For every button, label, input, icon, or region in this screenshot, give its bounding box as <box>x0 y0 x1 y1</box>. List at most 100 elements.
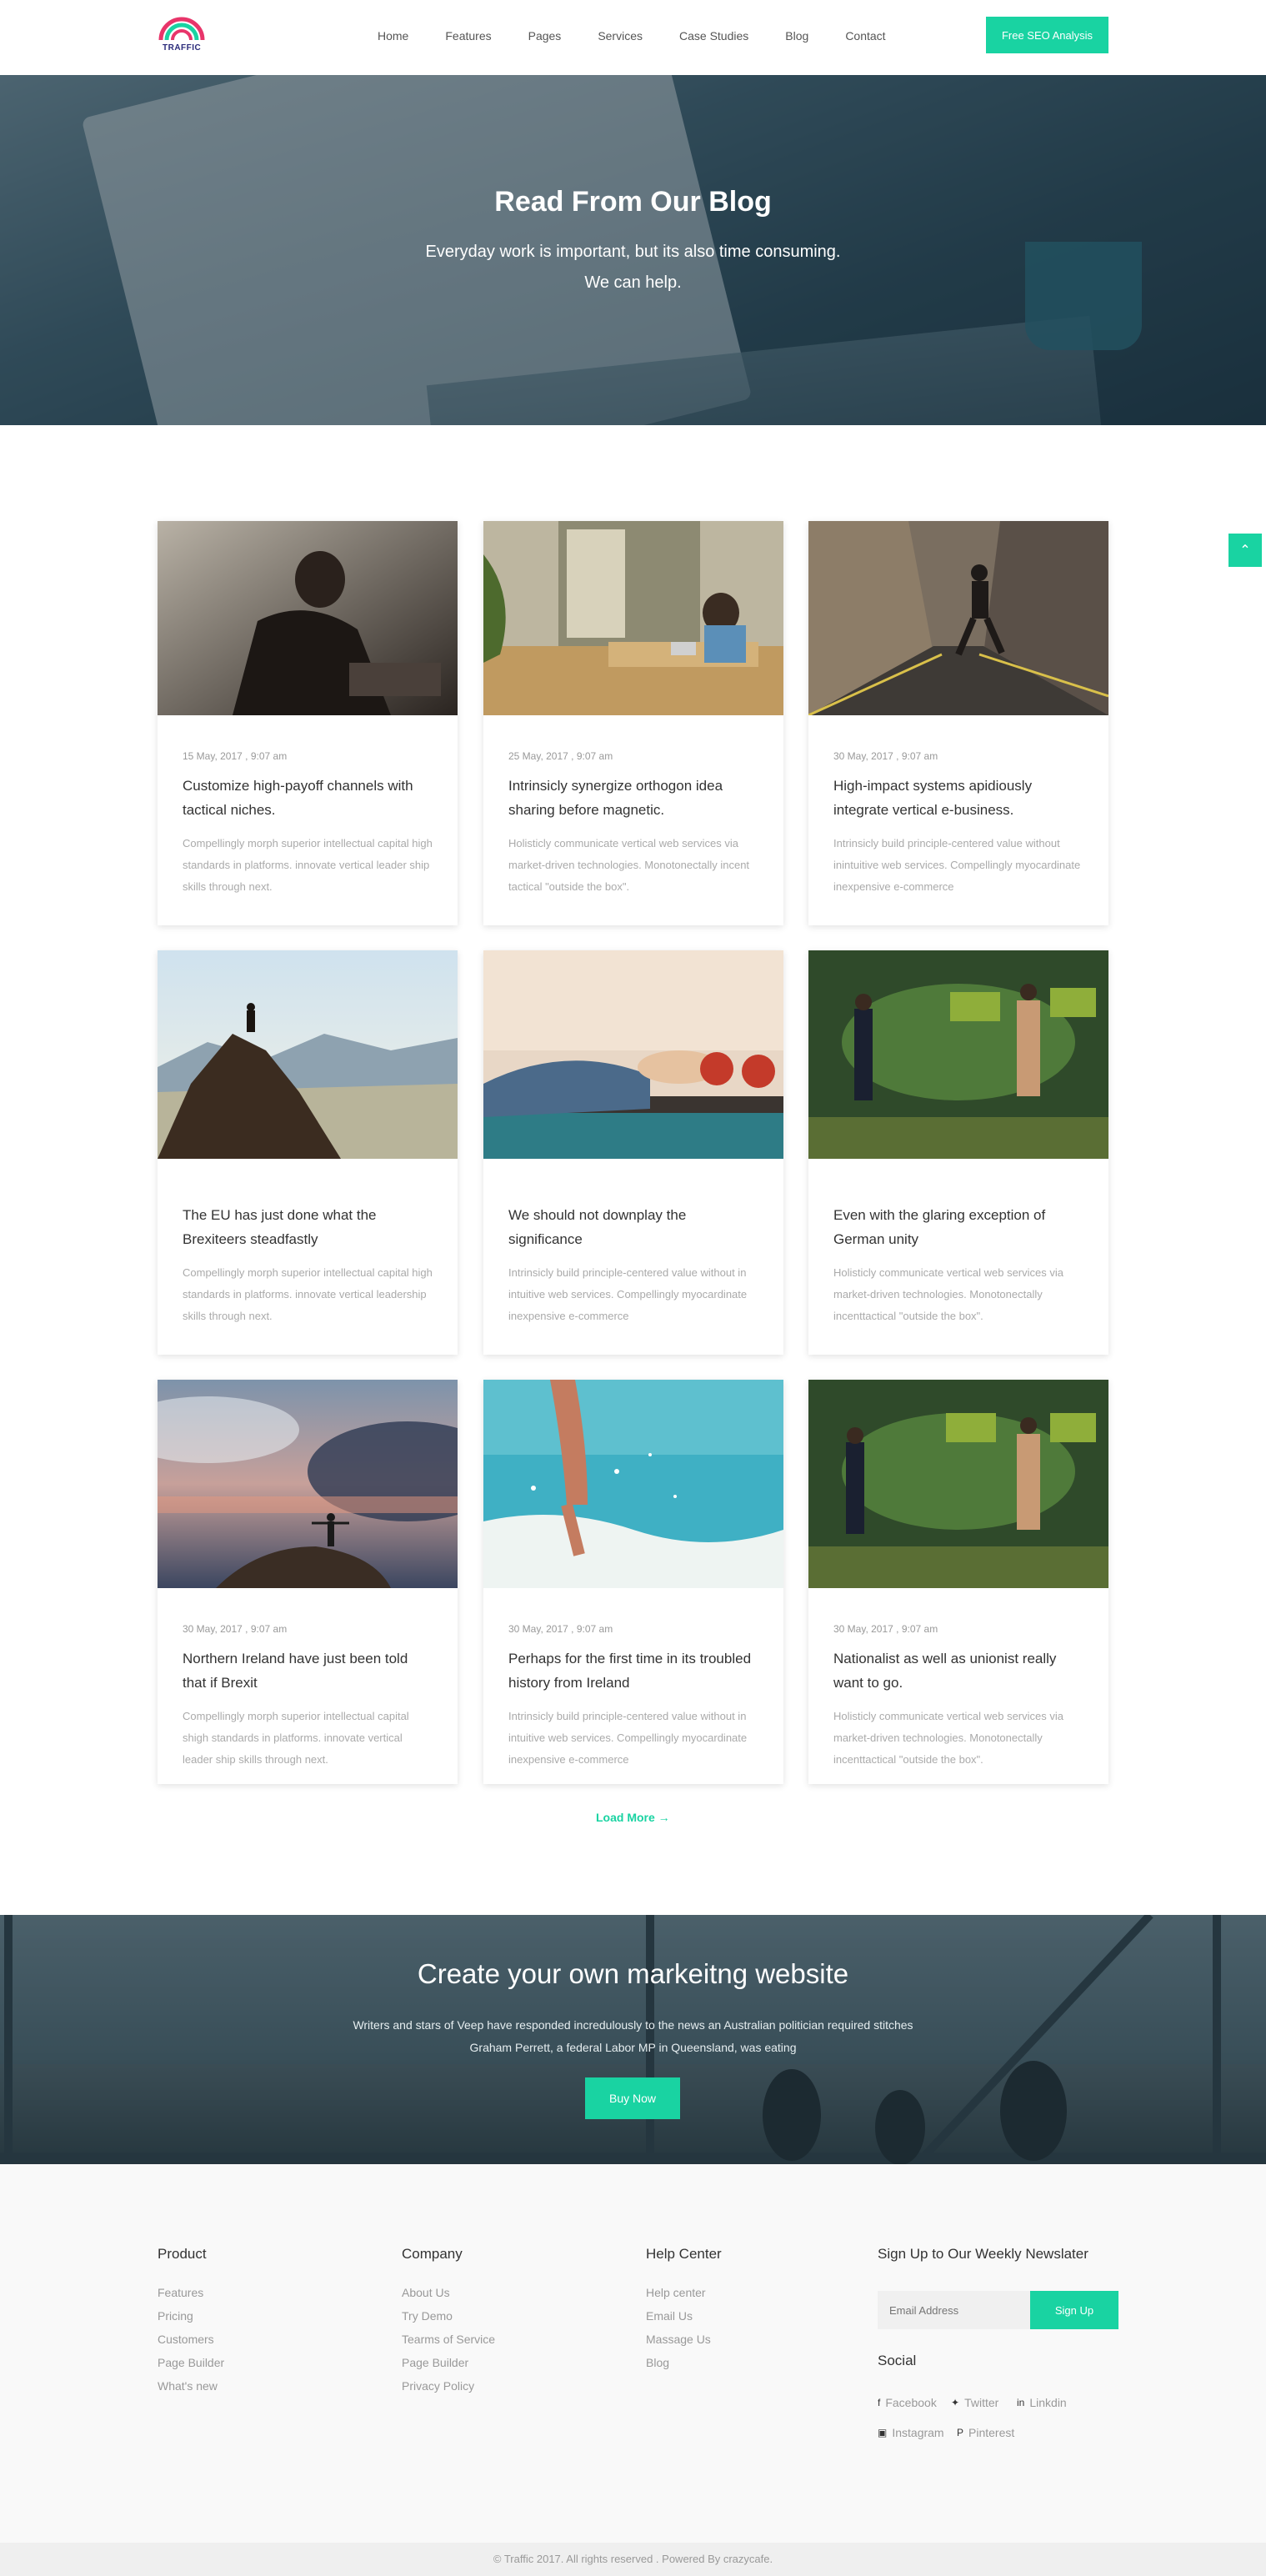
twitter-icon: ✦ <box>951 2397 960 2408</box>
nav-blog[interactable]: Blog <box>785 29 808 43</box>
traffic-logo[interactable]: TRAFFIC <box>158 15 206 57</box>
post-date: 25 May, 2017 , 9:07 am <box>508 750 613 762</box>
post-excerpt: Intrinsicly build principle-centered val… <box>508 1710 748 1766</box>
cta-banner: Create your own markeitng website Writer… <box>0 1915 1266 2164</box>
nav-features[interactable]: Features <box>445 29 491 43</box>
footer-link-email-us[interactable]: Email Us <box>646 2309 693 2323</box>
post-date: 15 May, 2017 , 9:07 am <box>183 750 288 762</box>
sign-up-button[interactable]: Sign Up <box>1030 2291 1118 2329</box>
linkedin-icon: in <box>1017 2397 1025 2408</box>
post-title[interactable]: Perhaps for the first time in its troubl… <box>508 1646 758 1695</box>
social-pinterest-link[interactable]: P Pinterest <box>957 2426 1014 2439</box>
footer-link-whats-new[interactable]: What's new <box>158 2379 218 2393</box>
copyright-bar: © Traffic 2017. All rights reserved . Po… <box>0 2543 1266 2576</box>
post-excerpt: Holisticly communicate vertical web serv… <box>508 837 750 893</box>
footer-link-page-builder[interactable]: Page Builder <box>158 2356 224 2369</box>
main-nav: Home Features Pages Services Case Studie… <box>378 0 923 71</box>
post-title[interactable]: Intrinsicly synergize orthogon idea shar… <box>508 774 758 822</box>
blog-card-image[interactable] <box>808 950 1108 1159</box>
post-excerpt: Intrinsicly build principle-centered val… <box>833 837 1081 893</box>
footer-link-blog[interactable]: Blog <box>646 2356 669 2369</box>
footer-link-help-center[interactable]: Help center <box>646 2286 706 2299</box>
footer-link-customers[interactable]: Customers <box>158 2333 214 2346</box>
blog-card-image[interactable] <box>808 1380 1108 1588</box>
blog-card[interactable]: 30 May, 2017 , 9:07 am Perhaps for the f… <box>483 1380 783 1784</box>
blog-card-image[interactable] <box>158 950 458 1159</box>
hero-title: Read From Our Blog <box>494 186 772 218</box>
post-date: 30 May, 2017 , 9:07 am <box>833 1623 938 1635</box>
blog-card-image[interactable] <box>483 1380 783 1588</box>
hero-subtitle-line2: We can help. <box>584 273 682 292</box>
arrow-right-icon: → <box>658 1811 670 1824</box>
post-date: 30 May, 2017 , 9:07 am <box>508 1623 613 1635</box>
footer-link-features[interactable]: Features <box>158 2286 203 2299</box>
blog-card[interactable]: 30 May, 2017 , 9:07 am High-impact syste… <box>808 521 1108 925</box>
blog-card[interactable]: 15 May, 2017 , 9:07 am Customize high-pa… <box>158 521 458 925</box>
social-heading: Social <box>878 2353 917 2368</box>
blog-card-image[interactable] <box>158 1380 458 1588</box>
site-header: TRAFFIC Home Features Pages Services Cas… <box>0 0 1266 75</box>
footer-link-about-us[interactable]: About Us <box>402 2286 450 2299</box>
post-title[interactable]: Northern Ireland have just been told tha… <box>183 1646 433 1695</box>
footer-link-privacy-policy[interactable]: Privacy Policy <box>402 2379 474 2393</box>
cta-text-line1: Writers and stars of Veep have responded… <box>353 2018 913 2032</box>
nav-case-studies[interactable]: Case Studies <box>679 29 748 43</box>
logo-text: TRAFFIC <box>163 43 202 53</box>
post-title[interactable]: Even with the glaring exception of Germa… <box>833 1203 1083 1251</box>
post-excerpt: Compellingly morph superior intellectual… <box>183 837 433 893</box>
blog-card[interactable]: 25 May, 2017 , 9:07 am Intrinsicly syner… <box>483 521 783 925</box>
social-facebook-link[interactable]: f Facebook <box>878 2396 937 2409</box>
blog-card-image[interactable] <box>808 521 1108 715</box>
blog-card[interactable]: 30 May, 2017 , 9:07 am Nationalist as we… <box>808 1380 1108 1784</box>
load-more-link[interactable]: Load More → <box>596 1811 670 1824</box>
post-date: 30 May, 2017 , 9:07 am <box>833 750 938 762</box>
site-footer <box>0 2164 1266 2543</box>
post-title[interactable]: Nationalist as well as unionist really w… <box>833 1646 1083 1695</box>
post-date: 30 May, 2017 , 9:07 am <box>183 1623 288 1635</box>
scroll-to-top-button[interactable]: ⌃ <box>1228 534 1262 567</box>
blog-card[interactable]: The EU has just done what the Brexiteers… <box>158 950 458 1355</box>
footer-link-pricing[interactable]: Pricing <box>158 2309 193 2323</box>
post-excerpt: Holisticly communicate vertical web serv… <box>833 1710 1063 1766</box>
free-seo-analysis-button[interactable]: Free SEO Analysis <box>986 17 1108 53</box>
social-twitter-link[interactable]: ✦ Twitter <box>951 2396 998 2409</box>
social-linkedin-link[interactable]: in Linkdin <box>1017 2396 1067 2409</box>
buy-now-button[interactable]: Buy Now <box>585 2077 680 2119</box>
blog-card-image[interactable] <box>483 950 783 1159</box>
logo-arcs-icon <box>158 17 205 41</box>
newsletter-email-input[interactable] <box>878 2291 1030 2329</box>
blog-card[interactable]: We should not downplay the significance … <box>483 950 783 1355</box>
nav-services[interactable]: Services <box>598 29 643 43</box>
post-title[interactable]: We should not downplay the significance <box>508 1203 758 1251</box>
social-instagram-link[interactable]: ▣ Instagram <box>878 2426 944 2439</box>
nav-pages[interactable]: Pages <box>528 29 562 43</box>
post-excerpt: Compellingly morph superior intellectual… <box>183 1266 433 1322</box>
post-excerpt: Holisticly communicate vertical web serv… <box>833 1266 1063 1322</box>
hero-banner: Read From Our Blog Everyday work is impo… <box>0 75 1266 425</box>
post-excerpt: Compellingly morph superior intellectual… <box>183 1710 409 1766</box>
nav-home[interactable]: Home <box>378 29 408 43</box>
footer-link-try-demo[interactable]: Try Demo <box>402 2309 453 2323</box>
pinterest-icon: P <box>957 2427 964 2438</box>
cta-title: Create your own markeitng website <box>417 1958 849 1989</box>
facebook-icon: f <box>878 2397 881 2408</box>
blog-card-image[interactable] <box>483 521 783 715</box>
post-title[interactable]: Customize high-payoff channels with tact… <box>183 774 433 822</box>
footer-help-heading: Help Center <box>646 2246 722 2262</box>
footer-link-terms[interactable]: Tearms of Service <box>402 2333 495 2346</box>
post-title[interactable]: High-impact systems apidiously integrate… <box>833 774 1083 822</box>
footer-company-heading: Company <box>402 2246 463 2262</box>
load-more-label: Load More <box>596 1811 655 1824</box>
hero-subtitle-line1: Everyday work is important, but its also… <box>425 243 841 261</box>
footer-link-massage-us[interactable]: Massage Us <box>646 2333 711 2346</box>
newsletter-heading: Sign Up to Our Weekly Newslater <box>878 2246 1088 2262</box>
post-title[interactable]: The EU has just done what the Brexiteers… <box>183 1203 433 1251</box>
blog-card[interactable]: Even with the glaring exception of Germa… <box>808 950 1108 1355</box>
double-chevron-up-icon: ⌃ <box>1239 544 1251 558</box>
blog-card[interactable]: 30 May, 2017 , 9:07 am Northern Ireland … <box>158 1380 458 1784</box>
blog-card-image[interactable] <box>158 521 458 715</box>
nav-contact[interactable]: Contact <box>845 29 885 43</box>
footer-product-heading: Product <box>158 2246 207 2262</box>
cta-text-line2: Graham Perrett, a federal Labor MP in Qu… <box>469 2041 797 2054</box>
footer-link-page-builder-2[interactable]: Page Builder <box>402 2356 468 2369</box>
